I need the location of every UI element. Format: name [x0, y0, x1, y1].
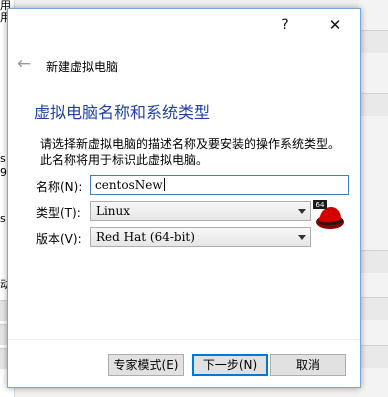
expert-mode-button[interactable]: 专家模式(E)	[108, 354, 184, 376]
background-text: s	[0, 212, 6, 225]
version-label: 版本(V):	[36, 232, 82, 246]
os-type-value: Linux	[96, 204, 131, 218]
close-button[interactable]: ✕	[312, 9, 358, 41]
os-version-select[interactable]: Red Hat (64-bit)	[90, 227, 311, 247]
os-type-select[interactable]: Linux	[90, 201, 311, 221]
type-label: 类型(T):	[36, 206, 81, 220]
background-row	[358, 345, 388, 368]
dropdown-arrow-icon	[298, 235, 306, 240]
background-row	[358, 30, 388, 53]
text-cursor	[163, 178, 165, 191]
vm-name-value: centosNew	[95, 178, 163, 192]
footer-divider	[8, 339, 360, 340]
os-version-value: Red Hat (64-bit)	[96, 230, 195, 244]
page-heading: 虚拟电脑名称和系统类型	[34, 103, 211, 122]
redhat-64-icon: 64	[313, 200, 345, 232]
new-vm-wizard-dialog: ? ✕ ← 新建虚拟电脑 虚拟电脑名称和系统类型 请选择新虚拟电脑的描述名称及要…	[7, 8, 361, 388]
vm-name-input[interactable]: centosNew	[90, 175, 349, 195]
back-arrow-icon[interactable]: ←	[17, 56, 35, 73]
background-row	[358, 250, 388, 273]
next-button[interactable]: 下一步(N)	[192, 354, 268, 376]
os-icon-badge: 64	[316, 201, 325, 209]
background-text: s	[0, 152, 6, 165]
wizard-title: 新建虚拟电脑	[46, 60, 119, 74]
dropdown-arrow-icon	[298, 209, 306, 214]
help-button[interactable]: ?	[268, 9, 302, 41]
page-description: 请选择新虚拟电脑的描述名称及要安装的操作系统类型。此名称将用于标识此虚拟电脑。	[40, 137, 341, 167]
title-bar: ? ✕	[8, 9, 360, 43]
background-text: 9	[0, 166, 7, 179]
close-icon: ✕	[328, 16, 342, 34]
background-row	[358, 297, 388, 320]
name-label: 名称(N):	[36, 180, 83, 194]
cancel-button[interactable]: 取消	[270, 354, 346, 376]
background-right-panel	[358, 0, 388, 397]
background-row	[358, 93, 388, 116]
help-icon: ?	[281, 17, 289, 33]
